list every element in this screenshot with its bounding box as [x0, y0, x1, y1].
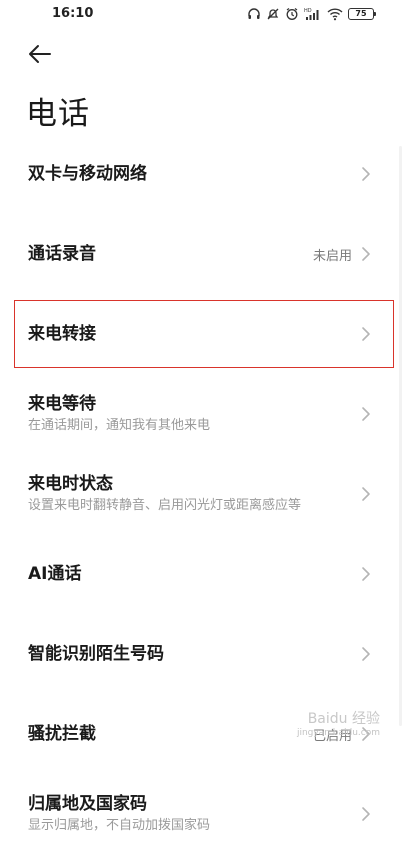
- headset-icon: [247, 7, 261, 21]
- setting-region-country-code[interactable]: 归属地及国家码 显示归属地，不自动加拨国家码: [0, 774, 408, 854]
- chevron-right-icon: [360, 806, 372, 822]
- watermark: Baidu 经验 jingyan.baidu.com: [297, 708, 380, 738]
- hd-signal-icon: HD: [304, 7, 322, 21]
- setting-title: 智能识别陌生号码: [28, 644, 164, 664]
- setting-unknown-number-id[interactable]: 智能识别陌生号码: [0, 614, 408, 694]
- page-title: 电话: [26, 96, 90, 132]
- setting-dual-sim[interactable]: 双卡与移动网络: [0, 134, 408, 214]
- setting-call-waiting[interactable]: 来电等待 在通话期间，通知我有其他来电: [0, 374, 408, 454]
- mute-icon: [266, 7, 280, 21]
- setting-title: 通话录音: [28, 244, 96, 264]
- svg-text:HD: HD: [304, 8, 312, 14]
- chevron-right-icon: [360, 486, 372, 502]
- status-icons: HD 75: [247, 5, 376, 23]
- setting-call-forwarding[interactable]: 来电转接: [14, 300, 394, 368]
- chevron-right-icon: [360, 326, 372, 342]
- setting-title: 双卡与移动网络: [28, 164, 147, 184]
- watermark-brand: Baidu 经验: [307, 711, 380, 727]
- setting-title: 来电等待: [28, 394, 96, 414]
- chevron-right-icon: [360, 566, 372, 582]
- battery-icon: 75: [348, 8, 376, 20]
- chevron-right-icon: [360, 646, 372, 662]
- back-button[interactable]: [24, 40, 56, 72]
- chevron-right-icon: [360, 406, 372, 422]
- chevron-right-icon: [360, 166, 372, 182]
- setting-title: 来电时状态: [28, 474, 113, 494]
- setting-subtitle: 在通话期间，通知我有其他来电: [28, 418, 211, 433]
- status-time: 16:10: [52, 6, 94, 21]
- setting-subtitle: 显示归属地，不自动加拨国家码: [28, 818, 211, 833]
- status-bar: 16:10 HD 75: [0, 0, 408, 30]
- chevron-right-icon: [360, 246, 372, 262]
- setting-title: AI通话: [28, 564, 82, 584]
- setting-value: 未启用: [312, 248, 352, 264]
- setting-call-recording[interactable]: 通话录音 未启用: [0, 214, 408, 294]
- setting-title: 来电转接: [28, 324, 96, 344]
- setting-ai-call[interactable]: AI通话: [0, 534, 408, 614]
- setting-subtitle: 设置来电时翻转静音、启用闪光灯或距离感应等: [28, 498, 302, 513]
- wifi-icon: [327, 7, 343, 21]
- arrow-left-icon: [28, 44, 52, 68]
- settings-list: 双卡与移动网络 通话录音 未启用 来电转接 来电等待 在通话期间，通知我有其他来…: [0, 134, 408, 854]
- setting-incoming-call-status[interactable]: 来电时状态 设置来电时翻转静音、启用闪光灯或距离感应等: [0, 454, 408, 534]
- watermark-url: jingyan.baidu.com: [296, 728, 380, 738]
- alarm-icon: [285, 7, 299, 21]
- setting-title: 归属地及国家码: [28, 794, 147, 814]
